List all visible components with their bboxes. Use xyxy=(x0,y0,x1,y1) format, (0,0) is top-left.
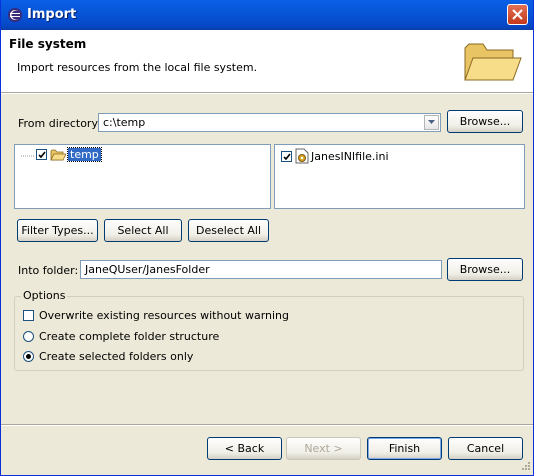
close-icon xyxy=(512,9,523,20)
tree-item-label[interactable]: temp xyxy=(67,147,102,162)
overwrite-label[interactable]: Overwrite existing resources without war… xyxy=(39,309,289,322)
chevron-down-icon xyxy=(428,120,435,124)
ini-file-icon xyxy=(295,148,309,164)
into-folder-field[interactable]: JaneQUser/JanesFolder xyxy=(80,260,442,279)
radio-dot xyxy=(26,354,31,359)
file-list[interactable]: JanesINIfile.ini xyxy=(274,144,525,209)
filter-types-label: Filter Types... xyxy=(21,224,94,237)
checkmark-icon xyxy=(283,153,291,161)
back-button[interactable]: < Back xyxy=(207,437,282,460)
browse-directory-button[interactable]: Browse... xyxy=(447,110,523,133)
file-item-label[interactable]: JanesINIfile.ini xyxy=(311,150,389,163)
folder-tree[interactable]: temp xyxy=(14,144,271,209)
select-all-label: Select All xyxy=(117,224,169,237)
from-directory-combo[interactable]: c:\temp xyxy=(98,113,441,132)
import-dialog: Import File system Import resources from… xyxy=(0,0,534,476)
page-description: Import resources from the local file sys… xyxy=(17,61,258,74)
select-all-button[interactable]: Select All xyxy=(104,219,182,242)
into-folder-value: JaneQUser/JanesFolder xyxy=(85,263,210,276)
page-title: File system xyxy=(9,37,87,51)
into-folder-label: Into folder: xyxy=(18,264,79,277)
create-complete-radio[interactable] xyxy=(23,331,34,342)
create-selected-radio[interactable] xyxy=(23,351,34,362)
tree-connector xyxy=(21,155,35,157)
resize-grip-icon[interactable] xyxy=(519,461,531,473)
dropdown-button[interactable] xyxy=(424,115,439,130)
file-item-checkbox[interactable] xyxy=(281,151,292,162)
filter-types-button[interactable]: Filter Types... xyxy=(17,219,98,242)
checkmark-icon xyxy=(38,151,46,159)
overwrite-checkbox[interactable] xyxy=(23,310,34,321)
deselect-all-label: Deselect All xyxy=(195,224,262,237)
browse-folder-button[interactable]: Browse... xyxy=(447,258,523,281)
close-button[interactable] xyxy=(507,4,528,25)
footer-divider-highlight xyxy=(1,425,533,426)
window-title: Import xyxy=(27,7,77,22)
folder-icon xyxy=(464,43,522,81)
create-selected-label[interactable]: Create selected folders only xyxy=(39,350,193,363)
finish-button[interactable]: Finish xyxy=(367,437,442,460)
cancel-button[interactable]: Cancel xyxy=(448,437,523,460)
from-directory-label: From directory: xyxy=(18,117,101,130)
folder-open-icon xyxy=(50,149,66,161)
title-bar[interactable]: Import xyxy=(1,0,533,30)
divider xyxy=(1,93,533,94)
eclipse-icon xyxy=(8,8,22,22)
create-complete-label[interactable]: Create complete folder structure xyxy=(39,330,219,343)
deselect-all-button[interactable]: Deselect All xyxy=(188,219,269,242)
tree-item-checkbox[interactable] xyxy=(36,149,47,160)
from-directory-value: c:\temp xyxy=(103,116,146,129)
wizard-banner: File system Import resources from the lo… xyxy=(1,30,533,93)
options-legend: Options xyxy=(21,289,68,302)
next-button[interactable]: Next > xyxy=(286,437,361,460)
